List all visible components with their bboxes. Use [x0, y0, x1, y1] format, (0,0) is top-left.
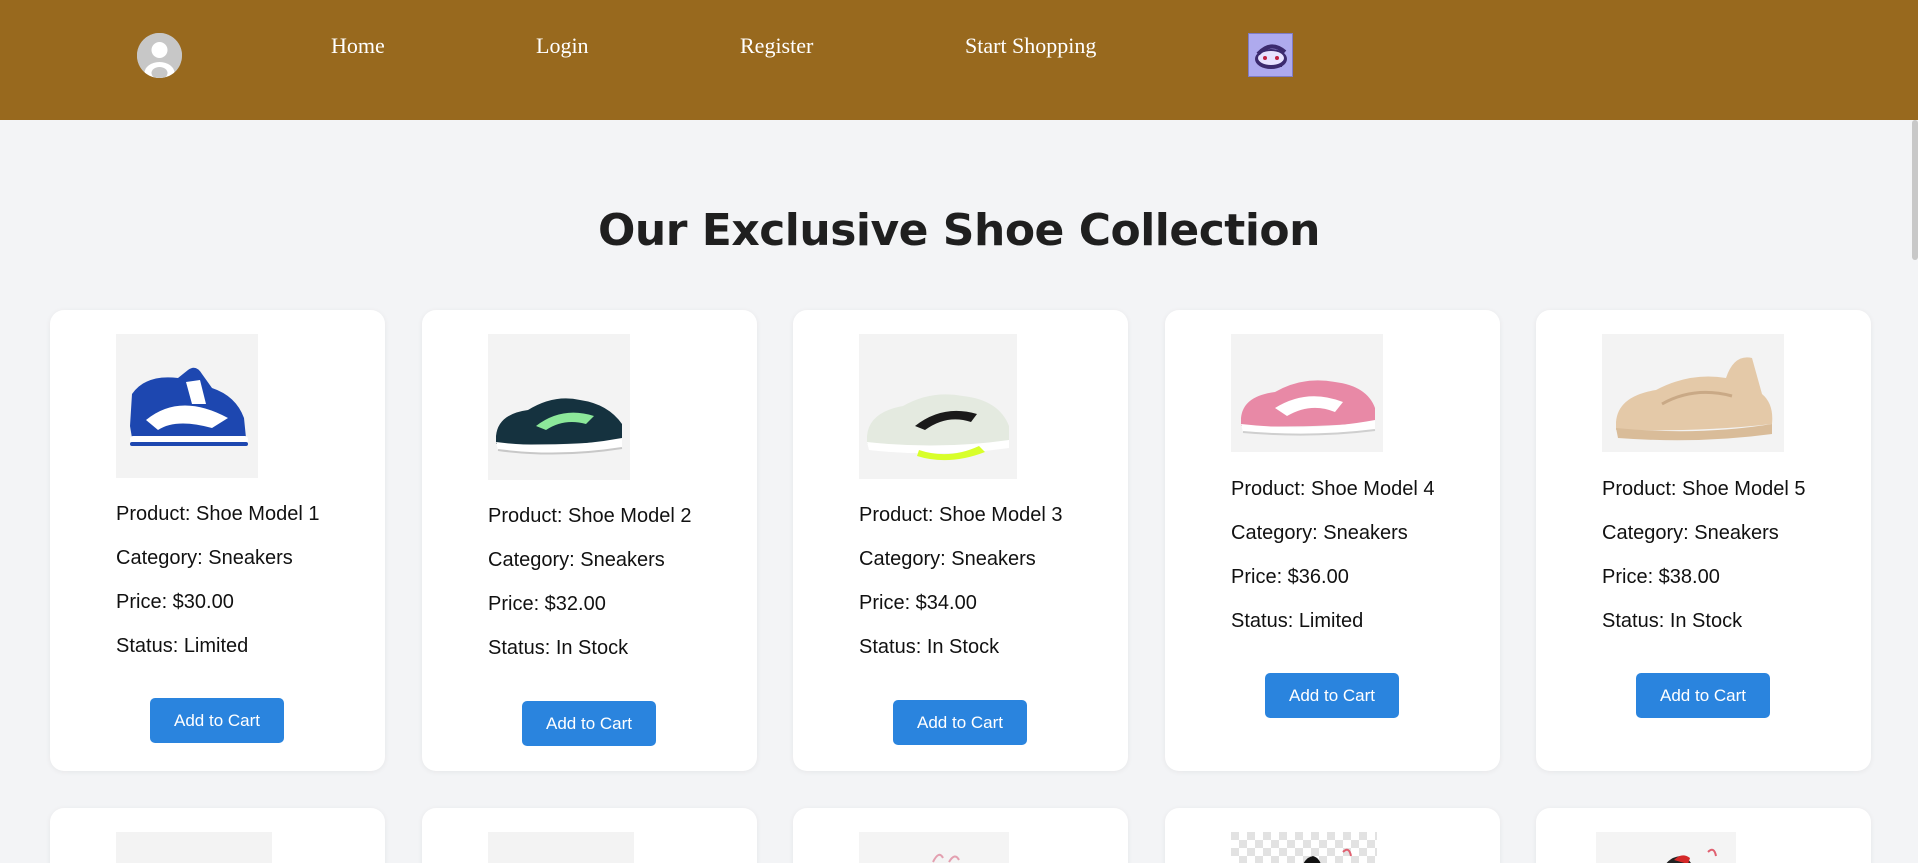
product-category: Category: Sneakers [1602, 522, 1779, 544]
navbar: Home Login Register Start Shopping [0, 0, 1918, 120]
product-card-10 [1536, 808, 1871, 863]
product-price: Price: $38.00 [1602, 566, 1720, 588]
product-name: Product: Shoe Model 4 [1231, 478, 1435, 500]
product-card-4: Product: Shoe Model 4 Category: Sneakers… [1165, 310, 1500, 771]
user-avatar-icon[interactable] [137, 33, 182, 78]
nav-start-shopping-link[interactable]: Start Shopping [965, 33, 1096, 59]
product-image [1231, 832, 1377, 863]
product-card-2: Product: Shoe Model 2 Category: Sneakers… [422, 310, 757, 771]
brand-logo-icon[interactable] [1248, 33, 1293, 77]
add-to-cart-button[interactable]: Add to Cart [522, 701, 656, 746]
product-image [1596, 832, 1736, 863]
product-card-9 [1165, 808, 1500, 863]
product-image [1602, 334, 1784, 452]
product-name: Product: Shoe Model 5 [1602, 478, 1806, 500]
product-image [488, 832, 634, 863]
product-card-3: Product: Shoe Model 3 Category: Sneakers… [793, 310, 1128, 771]
product-name: Product: Shoe Model 1 [116, 503, 320, 525]
product-image [1231, 334, 1383, 452]
product-status: Status: In Stock [1602, 610, 1743, 632]
product-name: Product: Shoe Model 3 [859, 504, 1063, 526]
product-image [116, 832, 272, 863]
product-status: Status: Limited [1231, 610, 1364, 632]
scrollbar[interactable] [1912, 120, 1918, 260]
product-price: Price: $30.00 [116, 591, 234, 613]
nav-register-link[interactable]: Register [740, 33, 813, 59]
product-card-7 [422, 808, 757, 863]
product-price: Price: $34.00 [859, 592, 977, 614]
product-price: Price: $36.00 [1231, 566, 1349, 588]
product-status: Status: Limited [116, 635, 249, 657]
product-image [488, 334, 630, 480]
page-title: Our Exclusive Shoe Collection [598, 205, 1320, 256]
nav-home-link[interactable]: Home [331, 33, 385, 59]
nav-login-link[interactable]: Login [536, 33, 589, 59]
product-price: Price: $32.00 [488, 593, 606, 615]
product-category: Category: Sneakers [1231, 522, 1408, 544]
add-to-cart-button[interactable]: Add to Cart [1636, 673, 1770, 718]
product-category: Category: Sneakers [859, 548, 1036, 570]
product-category: Category: Sneakers [116, 547, 293, 569]
add-to-cart-button[interactable]: Add to Cart [150, 698, 284, 743]
product-image [116, 334, 258, 478]
product-card-6 [50, 808, 385, 863]
product-category: Category: Sneakers [488, 549, 665, 571]
product-status: Status: In Stock [859, 636, 1000, 658]
product-status: Status: In Stock [488, 637, 629, 659]
product-card-8 [793, 808, 1128, 863]
add-to-cart-button[interactable]: Add to Cart [1265, 673, 1399, 718]
product-card-5: Product: Shoe Model 5 Category: Sneakers… [1536, 310, 1871, 771]
product-name: Product: Shoe Model 2 [488, 505, 692, 527]
product-card-1: Product: Shoe Model 1 Category: Sneakers… [50, 310, 385, 771]
product-image [859, 334, 1017, 479]
add-to-cart-button[interactable]: Add to Cart [893, 700, 1027, 745]
product-image [859, 832, 1009, 863]
